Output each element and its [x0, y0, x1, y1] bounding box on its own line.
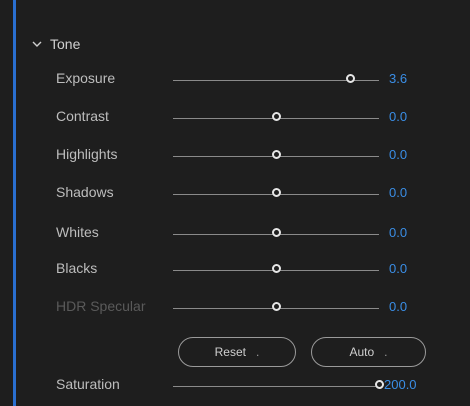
slider-value[interactable]: 3.6 [389, 71, 407, 86]
slider-label: Whites [56, 224, 99, 240]
slider-value[interactable]: 0.0 [389, 109, 407, 124]
slider-label: Shadows [56, 184, 114, 200]
slider-value[interactable]: 0.0 [389, 185, 407, 200]
dot-icon: . [256, 345, 260, 359]
reset-label: Reset [214, 345, 246, 359]
slider-value[interactable]: 0.0 [389, 225, 407, 240]
slider-thumb[interactable] [271, 188, 281, 197]
slider-value[interactable]: 200.0 [384, 377, 417, 392]
slider-value[interactable]: 0.0 [389, 261, 407, 276]
tone-panel: Tone Exposure 3.6 Contrast 0.0 Highlight… [0, 0, 470, 406]
dot-icon: . [384, 345, 388, 359]
slider-thumb[interactable] [345, 74, 355, 83]
slider-row-contrast: Contrast 0.0 [0, 106, 470, 130]
slider-row-whites: Whites 0.0 [0, 222, 470, 246]
slider-thumb[interactable] [271, 112, 281, 121]
slider-thumb[interactable] [271, 228, 281, 237]
slider-label: Contrast [56, 108, 109, 124]
slider-label: Blacks [56, 260, 98, 276]
auto-label: Auto [349, 345, 375, 359]
auto-button[interactable]: Auto . [311, 337, 426, 367]
slider-row-highlights: Highlights 0.0 [0, 144, 470, 168]
slider-label: HDR Specular [56, 298, 146, 314]
slider-row-blacks: Blacks 0.0 [0, 258, 470, 282]
slider-label: Exposure [56, 70, 116, 86]
slider-thumb[interactable] [271, 264, 281, 273]
tone-section-header[interactable]: Tone [32, 34, 80, 54]
slider-thumb[interactable] [374, 380, 384, 389]
slider-row-exposure: Exposure 3.6 [0, 68, 470, 92]
slider-row-shadows: Shadows 0.0 [0, 182, 470, 206]
slider-value[interactable]: 0.0 [389, 147, 407, 162]
slider-row-saturation: Saturation 200.0 [0, 374, 470, 398]
slider-thumb[interactable] [271, 150, 281, 159]
section-title: Tone [50, 36, 81, 52]
slider-label: Saturation [56, 376, 120, 392]
slider-label: Highlights [56, 146, 118, 162]
slider-row-hdr-specular: HDR Specular 0.0 [0, 296, 470, 320]
slider-value[interactable]: 0.0 [389, 299, 407, 314]
slider-thumb[interactable] [271, 302, 281, 311]
chevron-down-icon [32, 41, 42, 47]
slider-track[interactable] [173, 386, 379, 387]
reset-button[interactable]: Reset . [178, 337, 296, 367]
